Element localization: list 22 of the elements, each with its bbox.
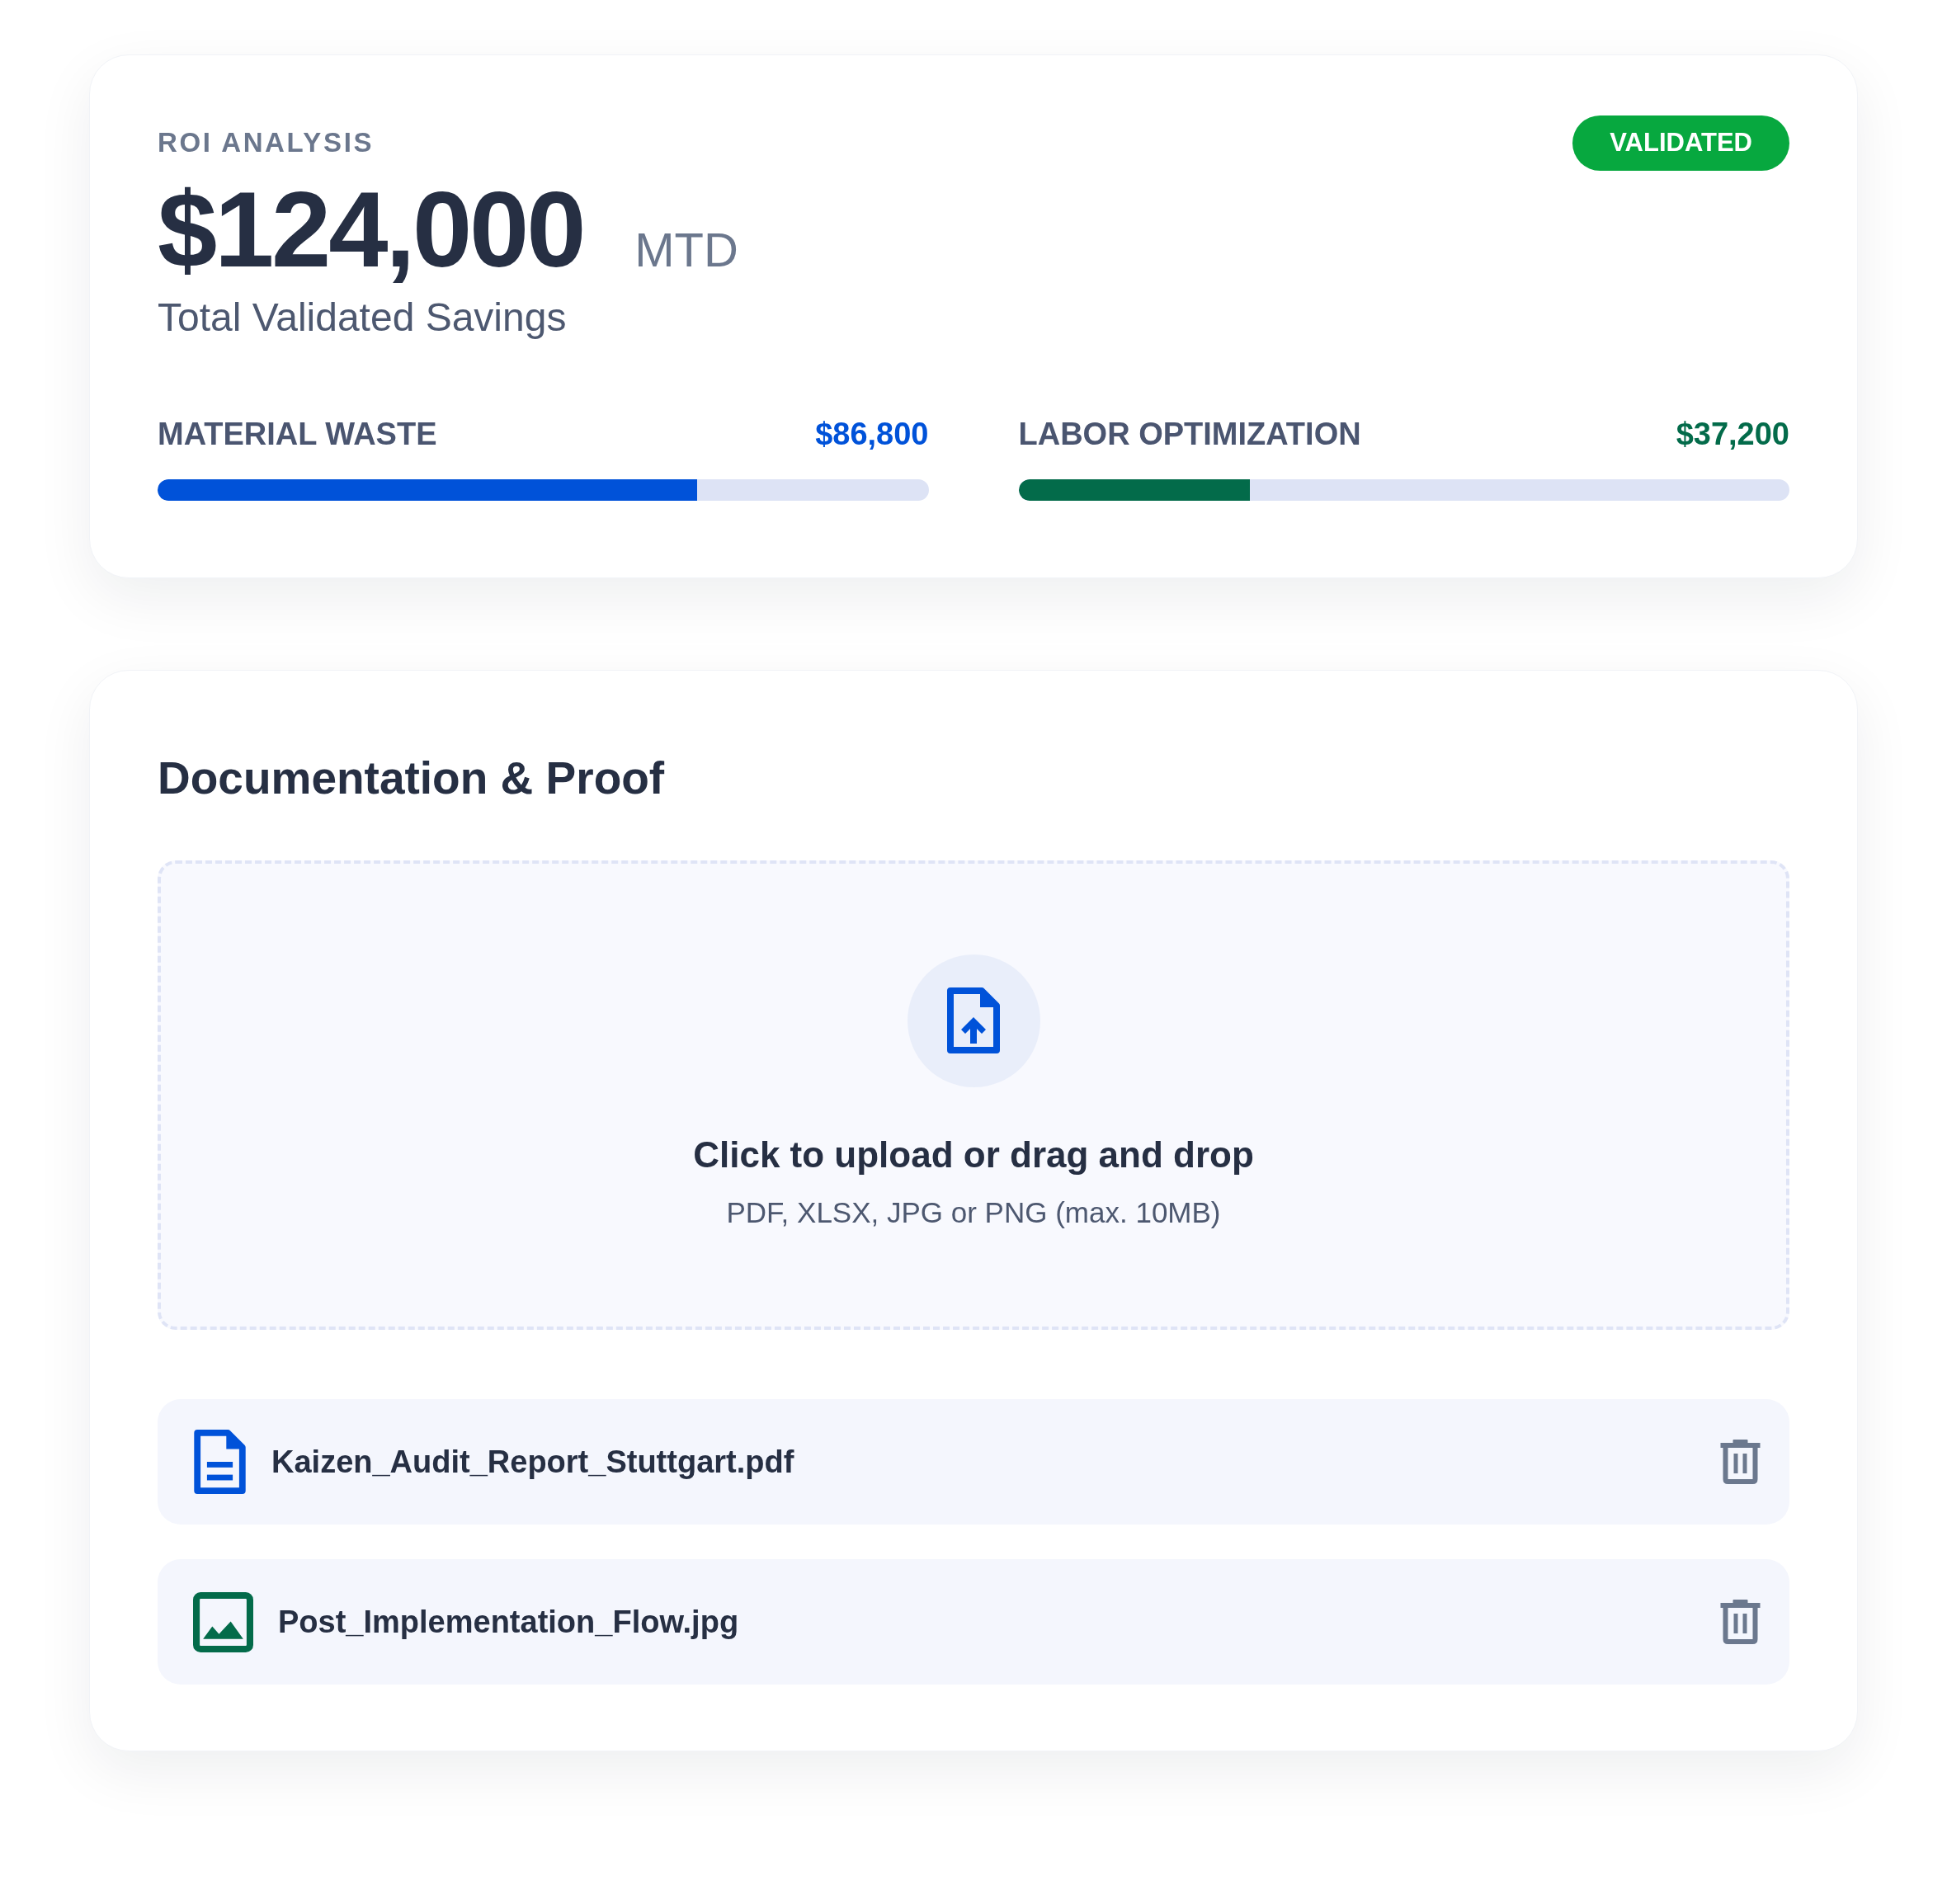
metric-label: LABOR OPTIMIZATION xyxy=(1018,418,1361,450)
upload-prompt: Click to upload or drag and drop xyxy=(693,1137,1254,1173)
metric-label: MATERIAL WASTE xyxy=(158,418,437,450)
status-badge: VALIDATED xyxy=(1572,115,1789,171)
metric-value: $86,800 xyxy=(815,418,929,450)
upload-hint: PDF, XLSX, JPG or PNG (max. 10MB) xyxy=(726,1198,1221,1227)
section-eyebrow: ROI ANALYSIS xyxy=(158,129,375,156)
metric-value: $37,200 xyxy=(1676,418,1789,450)
subtitle: Total Validated Savings xyxy=(158,298,567,337)
image-icon xyxy=(193,1591,253,1652)
document-icon xyxy=(193,1430,247,1494)
file-name: Post_Implementation_Flow.jpg xyxy=(278,1606,739,1638)
trash-icon xyxy=(1720,1600,1761,1644)
total-amount: $124,000 xyxy=(158,176,584,283)
delete-button[interactable] xyxy=(1720,1600,1761,1644)
upload-dropzone[interactable]: Click to upload or drag and drop PDF, XLSX, JPG or PNG (max. 10MB) xyxy=(158,860,1789,1330)
trash-icon xyxy=(1720,1440,1761,1484)
delete-button[interactable] xyxy=(1720,1440,1761,1484)
period-label: MTD xyxy=(634,226,738,274)
section-title: Documentation & Proof xyxy=(158,756,665,801)
file-upload-icon xyxy=(907,954,1040,1087)
file-name: Kaizen_Audit_Report_Stuttgart.pdf xyxy=(271,1446,794,1477)
